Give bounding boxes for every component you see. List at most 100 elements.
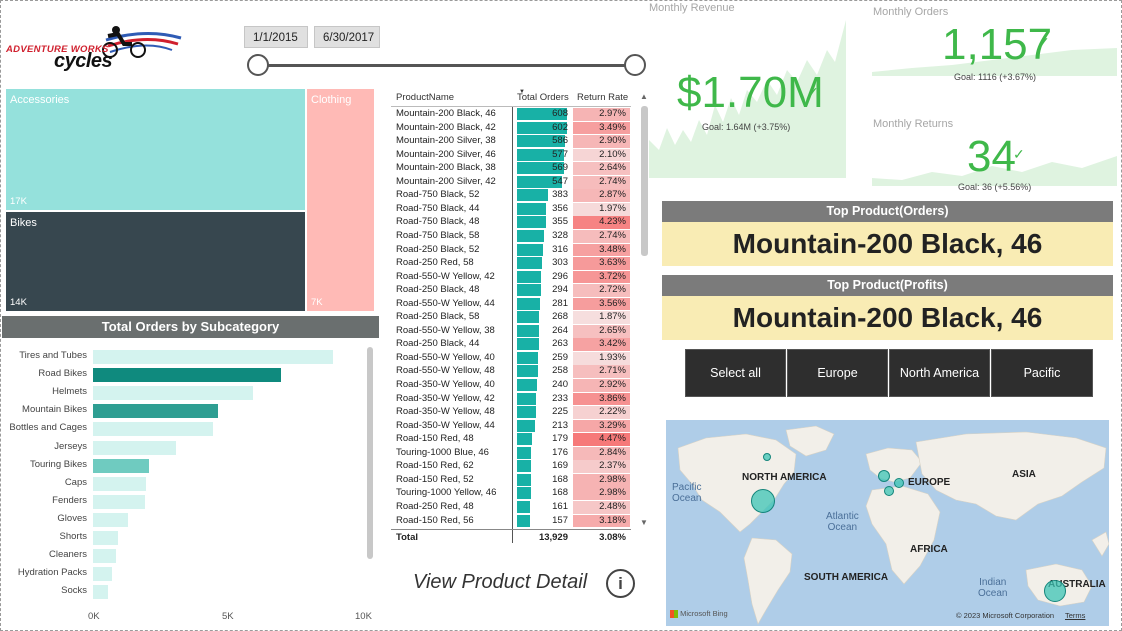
treemap-value: 14K	[10, 297, 27, 308]
date-start-field[interactable]: 1/1/2015	[244, 26, 308, 48]
return-rate-cell: 2.10%	[573, 148, 630, 162]
table-row[interactable]: Mountain-200 Black, 42 602 3.49%	[391, 121, 631, 135]
table-row[interactable]: Road-550-W Yellow, 40 259 1.93%	[391, 351, 631, 365]
table-row[interactable]: Road-250 Black, 52 316 3.48%	[391, 243, 631, 257]
subcategory-bar[interactable]	[93, 512, 128, 527]
table-row[interactable]: Mountain-200 Black, 38 569 2.64%	[391, 162, 631, 175]
x-axis: 0K 5K 10K	[0, 611, 380, 625]
return-rate-cell: 3.49%	[573, 121, 630, 135]
table-row[interactable]: Mountain-200 Silver, 38 586 2.90%	[391, 135, 631, 148]
orders-cell: 169	[552, 460, 568, 472]
date-slider-start-handle[interactable]	[247, 54, 269, 76]
date-end-field[interactable]: 6/30/2017	[314, 26, 380, 48]
table-row[interactable]: Road-750 Black, 52 383 2.87%	[391, 189, 631, 203]
subcategory-bar[interactable]	[93, 531, 119, 545]
map-bubble-australia[interactable]	[1044, 580, 1066, 602]
table-row[interactable]: Road-150 Red, 56 157 3.18%	[391, 514, 631, 528]
map-label-asia: ASIA	[1012, 469, 1036, 480]
subcategory-bar[interactable]	[93, 368, 282, 383]
table-row[interactable]: Touring-1000 Yellow, 46 168 2.98%	[391, 487, 631, 501]
table-row[interactable]: Road-150 Red, 48 179 4.47%	[391, 433, 631, 446]
region-button-select-all[interactable]: Select all	[685, 349, 786, 397]
map-bubble-north-america[interactable]	[751, 489, 775, 513]
table-row[interactable]: Road-150 Red, 52 168 2.98%	[391, 473, 631, 487]
subcategory-bar[interactable]	[93, 458, 150, 473]
product-table: ProductName Total Orders Return Rate ▼ M…	[391, 86, 648, 546]
col-header-return-rate[interactable]: Return Rate	[577, 92, 628, 103]
table-scrollbar[interactable]	[641, 106, 648, 256]
subcategory-bar[interactable]	[93, 585, 108, 600]
treemap-tile-accessories[interactable]: Accessories 17K	[6, 89, 305, 210]
region-button-north-america[interactable]: North America	[889, 349, 990, 397]
product-name-cell: Road-250 Red, 58	[396, 257, 474, 269]
orders-cell: 316	[552, 243, 568, 255]
top-product-profits-value: Mountain-200 Black, 46	[662, 296, 1113, 340]
product-name-cell: Road-550-W Yellow, 40	[396, 351, 495, 363]
table-row[interactable]: Road-350-W Yellow, 42 233 3.86%	[391, 392, 631, 406]
orders-cell: 586	[552, 135, 568, 147]
product-name-cell: Road-150 Red, 56	[396, 514, 474, 526]
subcategory-bar[interactable]	[93, 404, 219, 419]
return-rate-cell: 2.84%	[573, 446, 630, 460]
table-row[interactable]: Road-750 Black, 44 356 1.97%	[391, 202, 631, 216]
date-slider-track[interactable]	[258, 64, 635, 67]
orders-cell: 176	[552, 446, 568, 458]
subcategory-bar[interactable]	[93, 549, 116, 564]
table-row[interactable]: Road-550-W Yellow, 38 264 2.65%	[391, 324, 631, 338]
kpi-orders-card: Monthly Orders 1,157 ✓ Goal: 1116 (+3.67…	[872, 6, 1117, 82]
table-row[interactable]: Road-550-W Yellow, 48 258 2.71%	[391, 365, 631, 379]
treemap-tile-bikes[interactable]: Bikes 14K	[6, 212, 305, 311]
table-row[interactable]: Road-250 Red, 58 303 3.63%	[391, 257, 631, 270]
region-button-pacific[interactable]: Pacific	[991, 349, 1093, 397]
return-rate-cell: 2.71%	[573, 365, 630, 379]
table-row[interactable]: Mountain-200 Silver, 42 547 2.74%	[391, 175, 631, 189]
table-row[interactable]: Road-350-W Yellow, 44 213 3.29%	[391, 419, 631, 433]
map-bubble-france[interactable]	[884, 486, 894, 496]
col-header-product[interactable]: ProductName	[396, 92, 454, 103]
table-row[interactable]: Road-150 Red, 62 169 2.37%	[391, 460, 631, 474]
date-slider-end-handle[interactable]	[624, 54, 646, 76]
table-row[interactable]: Road-350-W Yellow, 48 225 2.22%	[391, 406, 631, 419]
table-row[interactable]: Road-350-W Yellow, 40 240 2.92%	[391, 379, 631, 392]
region-button-europe[interactable]: Europe	[787, 349, 888, 397]
return-rate-cell: 3.56%	[573, 297, 630, 311]
kpi-returns-value: 34	[967, 132, 1016, 181]
table-row[interactable]: Touring-1000 Blue, 46 176 2.84%	[391, 446, 631, 460]
kpi-orders-check-icon: ✓	[1038, 34, 1050, 50]
subcategory-bar[interactable]	[93, 440, 176, 455]
table-row[interactable]: Road-750 Black, 58 328 2.74%	[391, 229, 631, 243]
subcategory-bar[interactable]	[93, 494, 146, 509]
subcategory-bar[interactable]	[93, 350, 334, 364]
table-row[interactable]: Mountain-200 Silver, 46 577 2.10%	[391, 148, 631, 162]
table-row[interactable]: Road-250 Black, 58 268 1.87%	[391, 311, 631, 325]
sales-map[interactable]: NORTH AMERICA EUROPE ASIA AFRICA SOUTH A…	[666, 420, 1109, 626]
subcategory-bar[interactable]	[93, 567, 112, 582]
orders-cell: 294	[552, 284, 568, 296]
table-row[interactable]: Mountain-200 Black, 46 608 2.97%	[391, 108, 631, 121]
table-row[interactable]: Road-550-W Yellow, 44 281 3.56%	[391, 297, 631, 311]
orders-cell: 157	[552, 514, 568, 526]
subcategory-bar[interactable]	[93, 386, 254, 401]
chart-scrollbar[interactable]	[367, 347, 373, 559]
sort-desc-icon: ▼	[519, 89, 525, 95]
scroll-down-icon[interactable]: ▼	[640, 518, 648, 527]
info-icon[interactable]: i	[606, 569, 635, 598]
product-name-cell: Mountain-200 Black, 42	[396, 121, 496, 133]
scroll-up-icon[interactable]: ▲	[640, 92, 648, 101]
table-row[interactable]: Road-750 Black, 48 355 4.23%	[391, 216, 631, 230]
table-row[interactable]: Road-250 Black, 48 294 2.72%	[391, 284, 631, 297]
map-bubble-germany[interactable]	[894, 478, 904, 488]
subcategory-bar[interactable]	[93, 476, 147, 491]
table-row[interactable]: Road-250 Black, 44 263 3.42%	[391, 338, 631, 352]
orders-cell: 268	[552, 311, 568, 323]
map-bubble-uk[interactable]	[878, 470, 890, 482]
view-product-detail-link[interactable]: View Product Detail	[413, 571, 587, 594]
table-row[interactable]: Road-550-W Yellow, 42 296 3.72%	[391, 270, 631, 284]
table-row[interactable]: Road-250 Red, 48 161 2.48%	[391, 500, 631, 514]
product-name-cell: Road-350-W Yellow, 44	[396, 419, 495, 431]
map-terms-link[interactable]: Terms	[1065, 611, 1085, 620]
treemap-tile-clothing[interactable]: Clothing 7K	[307, 89, 374, 311]
subcategory-bar[interactable]	[93, 422, 214, 437]
map-bubble-canada[interactable]	[763, 453, 771, 461]
orders-cell: 258	[552, 365, 568, 377]
